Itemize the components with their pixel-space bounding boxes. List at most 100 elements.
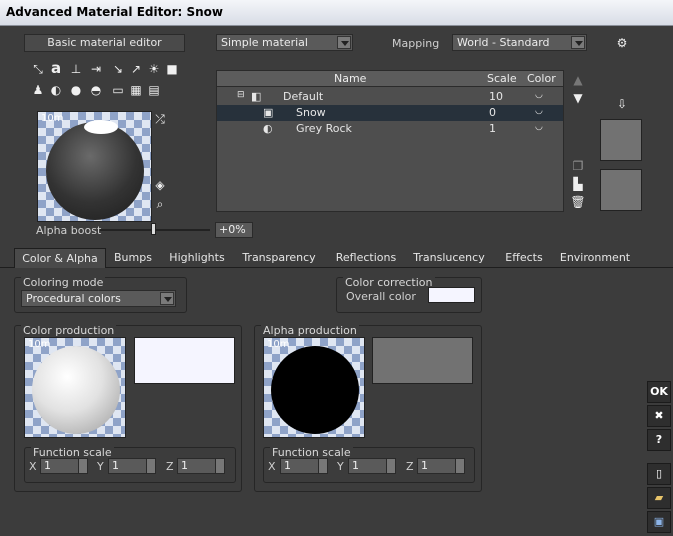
move-up-icon[interactable]: ▲ <box>570 72 586 88</box>
move-down-icon[interactable]: ▼ <box>570 90 586 106</box>
color-production-preview: 10m <box>24 337 126 438</box>
coloring-mode-title: Coloring mode <box>21 276 106 289</box>
bust-icon[interactable]: ◓ <box>88 82 104 98</box>
tree-row-snow[interactable]: ▣ Snow 0 ◡ <box>217 105 563 121</box>
chevron-down-icon[interactable] <box>160 292 174 305</box>
half-sphere-icon[interactable]: ◐ <box>48 82 64 98</box>
alpha-scale-x-field[interactable]: 1 <box>280 458 328 474</box>
align-bottom-icon[interactable]: ⊥ <box>68 61 84 77</box>
zoom-icon[interactable]: ⌕ <box>152 196 168 212</box>
row-scale: 10 <box>489 90 503 103</box>
mapping-label: Mapping <box>392 37 440 50</box>
chevron-down-icon[interactable] <box>571 36 585 49</box>
tree-header: Name Scale Color <box>217 71 563 87</box>
color-scale-y-value: 1 <box>112 459 119 472</box>
paste-layer-icon[interactable]: ▙ <box>570 176 586 192</box>
material-options-icon[interactable]: ⚙ <box>614 35 630 51</box>
alpha-boost-thumb[interactable] <box>151 223 156 235</box>
tab-environment[interactable]: Environment <box>558 248 632 268</box>
alpha-scale-z-value: 1 <box>421 459 428 472</box>
material-preview: 10m <box>37 111 152 222</box>
color-mode-icon[interactable]: ◡ <box>535 90 543 100</box>
column-name[interactable]: Name <box>334 72 366 85</box>
color-production-swatch[interactable] <box>134 337 235 384</box>
grid-red-icon[interactable]: ▦ <box>128 82 144 98</box>
tab-transparency[interactable]: Transparency <box>238 248 320 268</box>
color-mode-icon[interactable]: ◡ <box>535 106 543 116</box>
cancel-button[interactable]: ✖ <box>647 405 671 427</box>
tab-bar: Color & Alpha Bumps Highlights Transpare… <box>0 248 673 268</box>
overall-color-swatch[interactable] <box>428 287 475 303</box>
striped-icon[interactable]: ▤ <box>146 82 162 98</box>
material-swatch-1[interactable] <box>600 119 642 161</box>
tab-effects[interactable]: Effects <box>498 248 550 268</box>
material-swatch-2[interactable] <box>600 169 642 211</box>
color-production-title: Color production <box>21 324 117 337</box>
tab-translucency[interactable]: Translucency <box>410 248 488 268</box>
row-scale: 1 <box>489 122 496 135</box>
alpha-scale-y-value: 1 <box>352 459 359 472</box>
spinner-icon[interactable] <box>318 459 327 473</box>
chevron-down-icon[interactable] <box>337 36 351 49</box>
coloring-mode-value: Procedural colors <box>26 292 121 305</box>
color-scale-z-field[interactable]: 1 <box>177 458 225 474</box>
spinner-icon[interactable] <box>455 459 464 473</box>
open-folder-icon[interactable]: ▰ <box>647 487 671 509</box>
material-type-value: Simple material <box>221 36 308 49</box>
figure-icon[interactable]: ♟ <box>30 82 46 98</box>
save-disk-icon[interactable]: ▣ <box>647 511 671 533</box>
alpha-production-swatch[interactable] <box>372 337 473 384</box>
layer-tree[interactable]: Name Scale Color ⊟ ◧ Default 10 ◡ ▣ Snow… <box>216 70 564 212</box>
camera-icon[interactable]: ■ <box>164 61 180 77</box>
black-sphere <box>271 346 359 434</box>
text-tool-icon[interactable]: a <box>48 60 64 76</box>
shuffle-icon[interactable]: ⤮ <box>152 111 168 127</box>
overall-color-label: Overall color <box>346 290 416 303</box>
help-button[interactable]: ? <box>647 429 671 451</box>
color-scale-x-value: 1 <box>44 459 51 472</box>
copy-layer-icon[interactable]: ❐ <box>570 158 586 174</box>
scale-down-icon[interactable]: ↘ <box>110 61 126 77</box>
color-scale-y-field[interactable]: 1 <box>108 458 156 474</box>
texture-tool-icon[interactable]: ⤡ <box>30 61 46 77</box>
basic-material-editor-button[interactable]: Basic material editor <box>24 34 185 52</box>
title-bar: Advanced Material Editor: Snow <box>0 0 673 26</box>
tab-highlights[interactable]: Highlights <box>166 248 228 268</box>
spinner-icon[interactable] <box>386 459 395 473</box>
alpha-scale-z-field[interactable]: 1 <box>417 458 465 474</box>
collapse-icon[interactable]: ⊟ <box>237 90 245 100</box>
column-scale[interactable]: Scale <box>487 72 517 85</box>
scale-up-icon[interactable]: ↗ <box>128 61 144 77</box>
cube-icon[interactable]: ◈ <box>152 177 168 193</box>
row-name: Grey Rock <box>296 122 352 135</box>
tab-bumps[interactable]: Bumps <box>108 248 158 268</box>
ok-button[interactable]: OK <box>647 381 671 403</box>
mapping-select[interactable]: World - Standard <box>452 34 587 51</box>
alpha-scale-x-value: 1 <box>284 459 291 472</box>
spinner-icon[interactable] <box>78 459 87 473</box>
alpha-boost-field[interactable]: +0% <box>215 222 253 238</box>
tree-row-grey-rock[interactable]: ◐ Grey Rock 1 ◡ <box>217 121 563 137</box>
material-type-select[interactable]: Simple material <box>216 34 353 51</box>
tab-color-alpha[interactable]: Color & Alpha <box>14 248 106 268</box>
tab-reflections[interactable]: Reflections <box>330 248 402 268</box>
color-scale-x-field[interactable]: 1 <box>40 458 88 474</box>
trash-icon[interactable]: 🗑 <box>570 194 586 210</box>
spinner-icon[interactable] <box>215 459 224 473</box>
load-material-icon[interactable]: ⇩ <box>614 96 630 112</box>
coloring-mode-select[interactable]: Procedural colors <box>21 290 176 307</box>
terrain-icon[interactable]: ▭ <box>110 82 126 98</box>
layer-icon: ▣ <box>263 106 274 119</box>
sphere-icon[interactable]: ● <box>68 82 84 98</box>
preview-sphere <box>46 122 144 220</box>
new-document-icon[interactable]: ▯ <box>647 463 671 485</box>
alpha-scale-y-field[interactable]: 1 <box>348 458 396 474</box>
column-color[interactable]: Color <box>527 72 556 85</box>
align-right-icon[interactable]: ⇥ <box>88 61 104 77</box>
tree-row-default[interactable]: ⊟ ◧ Default 10 ◡ <box>217 89 563 105</box>
light-icon[interactable]: ☀ <box>146 61 162 77</box>
color-mode-icon[interactable]: ◡ <box>535 122 543 132</box>
z-label: Z <box>406 460 414 473</box>
x-label: X <box>29 460 37 473</box>
spinner-icon[interactable] <box>146 459 155 473</box>
